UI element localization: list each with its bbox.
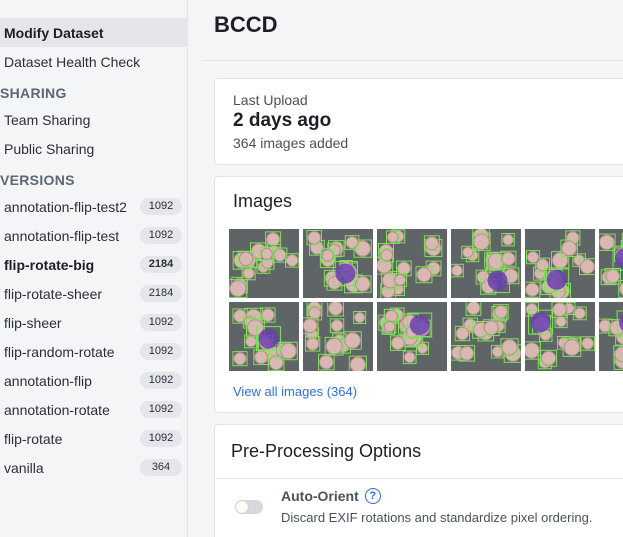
blood-cell-image — [303, 229, 373, 298]
preprocessing-title: Pre-Processing Options — [231, 441, 422, 461]
header-divider — [203, 60, 623, 61]
main-content: BCCD Last Upload 2 days ago 364 images a… — [189, 0, 623, 537]
view-all-images-link[interactable]: View all images (364) — [233, 384, 357, 399]
image-thumbnail[interactable] — [377, 302, 447, 371]
version-name: annotation-rotate — [4, 401, 110, 418]
sidebar-item-label: Team Sharing — [4, 111, 91, 128]
version-item[interactable]: flip-rotate-sheer 2184 — [0, 279, 188, 308]
image-thumbnail[interactable] — [303, 229, 373, 298]
last-upload-value: 2 days ago — [233, 110, 332, 131]
auto-orient-option: Auto-Orient ? — [281, 488, 381, 504]
auto-orient-description: Discard EXIF rotations and standardize p… — [281, 510, 593, 525]
preprocessing-divider — [215, 478, 623, 479]
last-upload-card: Last Upload 2 days ago 364 images added — [214, 78, 623, 165]
sharing-section-title: SHARING — [0, 85, 67, 101]
version-name: annotation-flip-test — [4, 227, 120, 244]
sidebar-item-label: Public Sharing — [4, 140, 95, 157]
version-name: flip-rotate — [4, 430, 63, 447]
sidebar-item-team-sharing[interactable]: Team Sharing — [0, 105, 188, 134]
last-upload-label: Last Upload — [233, 92, 308, 108]
image-thumbnail[interactable] — [229, 302, 299, 371]
sidebar-item-modify-dataset[interactable]: Modify Dataset — [0, 18, 188, 47]
image-thumbnail[interactable] — [377, 229, 447, 298]
version-name: flip-rotate-big — [4, 256, 95, 273]
blood-cell-image — [303, 302, 373, 371]
sidebar-item-label: Modify Dataset — [4, 24, 104, 41]
version-count-badge: 2184 — [140, 256, 182, 273]
version-count-badge: 2184 — [140, 285, 182, 302]
version-count-badge: 1092 — [140, 227, 182, 244]
version-item[interactable]: flip-random-rotate 1092 — [0, 337, 188, 366]
blood-cell-image — [229, 302, 299, 371]
blood-cell-image — [377, 302, 447, 371]
image-thumbnail[interactable] — [451, 229, 521, 298]
image-thumbnail[interactable] — [525, 302, 595, 371]
image-thumbnail[interactable] — [303, 302, 373, 371]
blood-cell-image — [599, 229, 623, 298]
page-title: BCCD — [214, 12, 278, 37]
images-card: Images View all images (364) — [214, 176, 623, 413]
version-item[interactable]: annotation-flip-test 1092 — [0, 221, 188, 250]
blood-cell-image — [229, 229, 299, 298]
images-title: Images — [233, 191, 293, 211]
version-count-badge: 1092 — [140, 430, 182, 447]
versions-section-title: VERSIONS — [0, 172, 75, 188]
blood-cell-image — [525, 302, 595, 371]
version-item[interactable]: annotation-rotate 1092 — [0, 395, 188, 424]
help-icon[interactable]: ? — [364, 488, 381, 504]
preprocessing-card: Pre-Processing Options Auto-Orient ? Dis… — [214, 424, 623, 537]
image-thumbnail[interactable] — [451, 302, 521, 371]
version-item-selected[interactable]: flip-rotate-big 2184 — [0, 250, 188, 279]
blood-cell-image — [377, 229, 447, 298]
blood-cell-image — [525, 229, 595, 298]
version-name: annotation-flip-test2 — [4, 198, 127, 215]
blood-cell-image — [451, 229, 521, 298]
auto-orient-label: Auto-Orient — [281, 488, 359, 504]
image-thumbnail[interactable] — [599, 229, 623, 298]
version-item[interactable]: flip-rotate 1092 — [0, 424, 188, 453]
image-thumbnail-grid — [229, 229, 623, 371]
blood-cell-image — [599, 302, 623, 371]
version-count-badge: 364 — [140, 459, 182, 476]
blood-cell-image — [451, 302, 521, 371]
version-name: vanilla — [4, 459, 44, 476]
version-item[interactable]: annotation-flip 1092 — [0, 366, 188, 395]
version-count-badge: 1092 — [140, 198, 182, 215]
version-name: flip-rotate-sheer — [4, 285, 103, 302]
version-item[interactable]: vanilla 364 — [0, 453, 188, 482]
image-thumbnail[interactable] — [599, 302, 623, 371]
sidebar-item-label: Dataset Health Check — [4, 53, 141, 70]
sidebar: Modify Dataset Dataset Health Check SHAR… — [0, 0, 188, 537]
version-name: flip-sheer — [4, 314, 62, 331]
version-item[interactable]: annotation-flip-test2 1092 — [0, 192, 188, 221]
images-added-text: 364 images added — [233, 135, 349, 151]
version-count-badge: 1092 — [140, 343, 182, 360]
toggle-knob — [236, 501, 248, 513]
auto-orient-toggle[interactable] — [235, 500, 263, 514]
version-count-badge: 1092 — [140, 401, 182, 418]
version-count-badge: 1092 — [140, 372, 182, 389]
version-name: flip-random-rotate — [4, 343, 115, 360]
image-thumbnail[interactable] — [525, 229, 595, 298]
version-item[interactable]: flip-sheer 1092 — [0, 308, 188, 337]
image-thumbnail[interactable] — [229, 229, 299, 298]
sidebar-item-health-check[interactable]: Dataset Health Check — [0, 47, 188, 76]
version-count-badge: 1092 — [140, 314, 182, 331]
version-name: annotation-flip — [4, 372, 92, 389]
sidebar-item-public-sharing[interactable]: Public Sharing — [0, 134, 188, 163]
